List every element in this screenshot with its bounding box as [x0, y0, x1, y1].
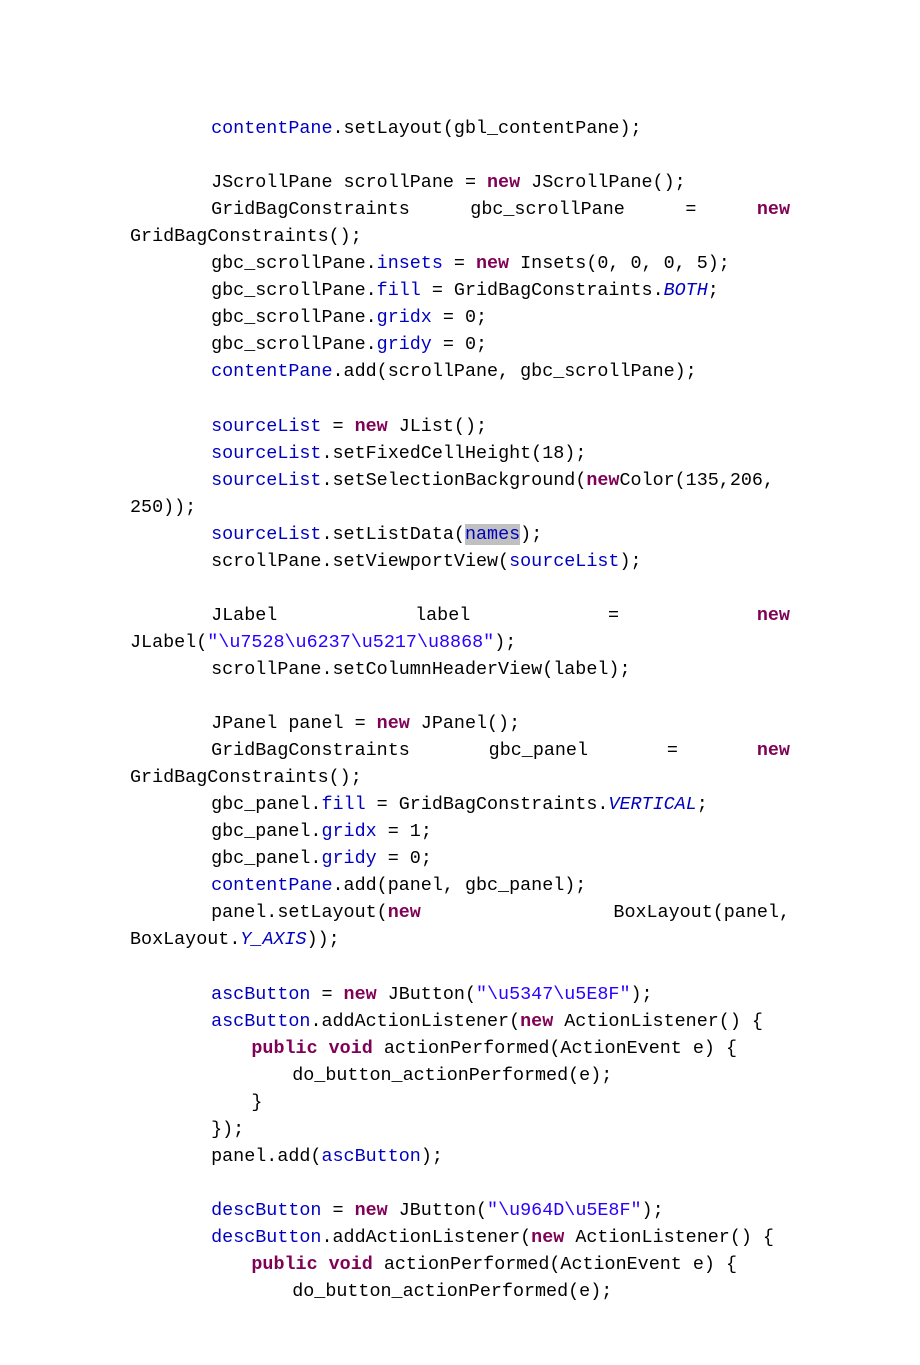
constant-ref: Y_AXIS — [240, 929, 306, 950]
string-literal: "\u5347\u5E8F" — [476, 984, 631, 1005]
code-line: JPanel panel = new JPanel(); — [130, 710, 790, 737]
code-line: gbc_scrollPane.gridx = 0; — [130, 304, 790, 331]
code-line: gbc_scrollPane.fill = GridBagConstraints… — [130, 277, 790, 304]
string-literal: "\u7528\u6237\u5217\u8868" — [207, 632, 494, 653]
field-ref: sourceList — [211, 416, 321, 437]
keyword-new: new — [476, 253, 509, 274]
code-line: }); — [130, 1116, 790, 1143]
field-ref: descButton — [211, 1200, 321, 1221]
code-line: gbc_panel.gridy = 0; — [130, 845, 790, 872]
field-ref: sourceList — [211, 524, 321, 545]
keyword-new: new — [586, 470, 619, 491]
code-line: public void actionPerformed(ActionEvent … — [130, 1251, 790, 1278]
code-line: JLabel label = new — [130, 602, 790, 629]
code-line: sourceList.setListData(names); — [130, 521, 790, 548]
field-ref: sourceList — [211, 443, 321, 464]
field-ref: contentPane — [211, 361, 332, 382]
code-line: JScrollPane scrollPane = new JScrollPane… — [130, 169, 790, 196]
code-line: gbc_scrollPane.gridy = 0; — [130, 331, 790, 358]
field-ref: ascButton — [211, 1011, 310, 1032]
keyword-new: new — [757, 199, 790, 220]
field-ref: ascButton — [321, 1146, 420, 1167]
code-line: descButton = new JButton("\u964D\u5E8F")… — [130, 1197, 790, 1224]
code-line: contentPane.setLayout(gbl_contentPane); — [130, 115, 790, 142]
field-ref: gridy — [377, 334, 432, 355]
code-line: do_button_actionPerformed(e); — [130, 1062, 790, 1089]
keyword-new: new — [757, 740, 790, 761]
code-line: public void actionPerformed(ActionEvent … — [130, 1035, 790, 1062]
code-line: contentPane.add(scrollPane, gbc_scrollPa… — [130, 358, 790, 385]
field-ref: ascButton — [211, 984, 310, 1005]
keyword-new: new — [344, 984, 377, 1005]
keyword-new: new — [487, 172, 520, 193]
keyword-new: new — [531, 1227, 564, 1248]
field-ref: contentPane — [211, 875, 332, 896]
code-line: gbc_panel.fill = GridBagConstraints.VERT… — [130, 791, 790, 818]
code-line: GridBagConstraints gbc_scrollPane = new — [130, 196, 790, 223]
blank-line — [130, 683, 790, 710]
field-ref: descButton — [211, 1227, 321, 1248]
blank-line — [130, 575, 790, 602]
code-line: do_button_actionPerformed(e); — [130, 1278, 790, 1305]
field-ref: fill — [321, 794, 365, 815]
field-ref: fill — [377, 280, 421, 301]
field-ref: gridx — [321, 821, 376, 842]
constant-ref: BOTH — [664, 280, 708, 301]
field-ref: contentPane — [211, 118, 332, 139]
blank-line — [130, 385, 790, 412]
keyword-new: new — [355, 1200, 388, 1221]
code-line: BoxLayout.Y_AXIS)); — [130, 926, 790, 953]
field-ref: sourceList — [509, 551, 619, 572]
constant-ref: VERTICAL — [608, 794, 696, 815]
keyword-public-void: public void — [251, 1038, 372, 1059]
code-line: descButton.addActionListener(new ActionL… — [130, 1224, 790, 1251]
code-line: gbc_panel.gridx = 1; — [130, 818, 790, 845]
code-line: scrollPane.setColumnHeaderView(label); — [130, 656, 790, 683]
code-line: ascButton.addActionListener(new ActionLi… — [130, 1008, 790, 1035]
keyword-new: new — [377, 713, 410, 734]
blank-line — [130, 1170, 790, 1197]
keyword-new: new — [388, 902, 421, 923]
field-ref: insets — [377, 253, 443, 274]
field-ref: gridy — [321, 848, 376, 869]
code-line: GridBagConstraints(); — [130, 223, 790, 250]
keyword-public-void: public void — [251, 1254, 372, 1275]
field-ref: sourceList — [211, 470, 321, 491]
keyword-new: new — [355, 416, 388, 437]
code-line: sourceList = new JList(); — [130, 413, 790, 440]
code-block: contentPane.setLayout(gbl_contentPane); … — [0, 0, 920, 1365]
code-line: gbc_scrollPane.insets = new Insets(0, 0,… — [130, 250, 790, 277]
code-line: panel.setLayout(new BoxLayout(panel, — [130, 899, 790, 926]
code-line: ascButton = new JButton("\u5347\u5E8F"); — [130, 981, 790, 1008]
keyword-new: new — [757, 605, 790, 626]
blank-line — [130, 953, 790, 980]
code-line: } — [130, 1089, 790, 1116]
code-line: scrollPane.setViewportView(sourceList); — [130, 548, 790, 575]
code-line: GridBagConstraints gbc_panel = new — [130, 737, 790, 764]
highlighted-ref: names — [465, 524, 520, 545]
string-literal: "\u964D\u5E8F" — [487, 1200, 642, 1221]
blank-line — [130, 142, 790, 169]
code-line: contentPane.add(panel, gbc_panel); — [130, 872, 790, 899]
code-line: panel.add(ascButton); — [130, 1143, 790, 1170]
code-line: GridBagConstraints(); — [130, 764, 790, 791]
code-line: sourceList.setFixedCellHeight(18); — [130, 440, 790, 467]
field-ref: gridx — [377, 307, 432, 328]
code-line: 250)); — [130, 494, 790, 521]
code-line: sourceList.setSelectionBackground(newCol… — [130, 467, 790, 494]
code-line: JLabel("\u7528\u6237\u5217\u8868"); — [130, 629, 790, 656]
keyword-new: new — [520, 1011, 553, 1032]
